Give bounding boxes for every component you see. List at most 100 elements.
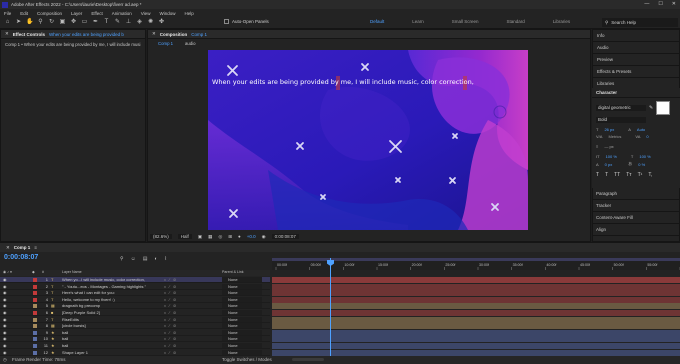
parent-dropdown[interactable]: None — [222, 290, 262, 296]
pen-tool-icon[interactable]: ✒ — [92, 19, 99, 26]
label-color-swatch[interactable] — [33, 337, 37, 342]
layer-duration-bar[interactable] — [272, 277, 680, 283]
layer-switches-icon[interactable]: ⁎ ∕ ⊘ — [164, 310, 177, 315]
eyedropper-icon[interactable]: ✎ — [649, 105, 653, 111]
parent-dropdown[interactable]: None — [222, 303, 262, 309]
layer-name[interactable]: When yo...I will include music, color co… — [62, 277, 162, 282]
panel-paragraph[interactable]: Paragraph — [592, 188, 680, 200]
toggle-switches-modes[interactable]: Toggle Switches / Modes — [222, 357, 272, 362]
label-color-swatch[interactable] — [33, 278, 37, 282]
mask-icon[interactable]: ◎ — [218, 234, 222, 240]
leading-value[interactable]: Auto — [637, 127, 645, 132]
tsume-value[interactable]: 0 % — [638, 162, 645, 167]
hand-tool-icon[interactable]: ✋ — [26, 19, 33, 26]
auto-open-checkbox[interactable] — [224, 19, 229, 24]
layer-name[interactable]: RiseEdits — [62, 317, 162, 322]
stroke-width-value[interactable]: — px — [604, 144, 613, 149]
close-icon[interactable]: ✕ — [152, 31, 156, 37]
visibility-eye-icon[interactable]: ◉ — [3, 284, 7, 289]
all-caps-button[interactable]: TT — [614, 172, 620, 178]
visibility-eye-icon[interactable]: ◉ — [3, 303, 7, 308]
subtab-comp-1[interactable]: Comp 1 — [158, 41, 173, 46]
graph-editor-icon[interactable]: ⌇ — [165, 256, 167, 262]
layer-row[interactable]: ◉ 11 ★ ball ⁎ ∕ ⊘ None — [0, 343, 270, 349]
visibility-eye-icon[interactable]: ◉ — [3, 343, 7, 348]
label-color-swatch[interactable] — [33, 311, 37, 315]
label-color-swatch[interactable] — [33, 297, 37, 302]
tab-composition[interactable]: Composition — [160, 32, 188, 37]
font-family-dropdown[interactable]: digital geometric — [596, 105, 646, 111]
clone-stamp-tool-icon[interactable]: ⊥ — [125, 19, 132, 26]
frame-blend-icon[interactable]: ▤ — [143, 256, 148, 262]
visibility-eye-icon[interactable]: ◉ — [3, 297, 7, 302]
visibility-eye-icon[interactable]: ◉ — [3, 310, 7, 315]
visibility-eye-icon[interactable]: ◉ — [3, 350, 7, 355]
layer-row[interactable]: ◉ 1 T When yo...I will include music, color… — [0, 277, 270, 283]
layer-name[interactable]: Shape Layer 1 — [62, 350, 162, 355]
region-icon[interactable]: ▣ — [198, 234, 202, 240]
layer-switches-icon[interactable]: ⁎ ∕ ⊘ — [164, 277, 177, 282]
snapshot-icon[interactable]: ◉ — [262, 234, 266, 240]
faux-italic-button[interactable]: T — [605, 172, 608, 178]
label-color-swatch[interactable] — [33, 330, 37, 335]
layer-name[interactable]: [circle bursts] — [62, 323, 162, 328]
baseline-shift-value[interactable]: 0 px — [605, 162, 613, 167]
panel-align[interactable]: Align — [592, 224, 680, 236]
layer-name[interactable]: Hello, welcome to my fiverr! :) — [62, 297, 162, 302]
grid-icon[interactable]: ⊞ — [228, 234, 232, 240]
visibility-eye-icon[interactable]: ◉ — [3, 323, 7, 328]
panel-preview[interactable]: Preview — [593, 54, 679, 66]
layer-switches-icon[interactable]: ⁎ ∕ ⊘ — [164, 330, 177, 335]
parent-dropdown[interactable]: None — [222, 316, 262, 322]
visibility-eye-icon[interactable]: ◉ — [3, 317, 7, 322]
layer-row[interactable]: ◉ 4 T Hello, welcome to my fiverr! :) ⁎ ∕ ⊘ N… — [0, 296, 270, 303]
layer-tracks[interactable] — [272, 276, 680, 356]
menu-icon[interactable]: ≡ — [34, 245, 37, 250]
layer-row[interactable]: ◉ 8 ▦ [circle bursts] ⁎ ∕ ⊘ None — [0, 323, 270, 330]
layer-switches-icon[interactable]: ⁎ ∕ ⊘ — [164, 336, 177, 341]
transparency-grid-icon[interactable]: ▦ — [208, 234, 212, 240]
layer-row[interactable]: ◉ 10 ★ ball ⁎ ∕ ⊘ None — [0, 336, 270, 343]
minimize-button[interactable]: — — [644, 1, 649, 7]
parent-dropdown[interactable]: None — [222, 310, 262, 315]
layer-duration-bar[interactable] — [272, 323, 680, 330]
layer-name[interactable]: Here's what I can edit for you: — [62, 290, 162, 295]
composition-overlay-text[interactable]: When your edits are being provided by me… — [212, 78, 474, 86]
menu-view[interactable]: View — [141, 11, 151, 16]
layer-duration-bar[interactable] — [272, 316, 680, 323]
search-icon[interactable]: ⚲ — [120, 256, 124, 262]
parent-dropdown[interactable]: None — [222, 336, 262, 342]
horizontal-scale-value[interactable]: 100 % — [639, 154, 650, 159]
label-color-swatch[interactable] — [33, 317, 37, 322]
puppet-tool-icon[interactable]: ✤ — [158, 19, 165, 26]
roto-brush-tool-icon[interactable]: ✺ — [147, 19, 154, 26]
layer-duration-bar[interactable] — [272, 290, 680, 297]
font-size-value[interactable]: 26 px — [604, 127, 614, 132]
parent-dropdown[interactable]: None — [222, 277, 262, 282]
eraser-tool-icon[interactable]: ◈ — [136, 19, 143, 26]
close-button[interactable]: ✕ — [672, 1, 676, 7]
parent-dropdown[interactable]: None — [222, 343, 262, 348]
label-color-swatch[interactable] — [33, 350, 37, 355]
layer-switches-icon[interactable]: ⁎ ∕ ⊘ — [164, 284, 177, 289]
layer-switches-icon[interactable]: ⁎ ∕ ⊘ — [164, 317, 177, 322]
layer-duration-bar[interactable] — [272, 283, 680, 290]
layer-switches-icon[interactable]: ⁎ ∕ ⊘ — [164, 343, 177, 348]
tab-comp-1[interactable]: Comp 1 — [14, 245, 31, 250]
menu-composition[interactable]: Composition — [37, 11, 62, 16]
menu-effect[interactable]: Effect — [91, 11, 102, 16]
home-icon[interactable]: ⌂ — [4, 19, 11, 26]
workspace-standard[interactable]: Standard — [507, 19, 525, 24]
parent-dropdown[interactable]: None — [222, 283, 262, 289]
current-time-display[interactable]: 0:00:08:07 — [4, 254, 38, 261]
layer-duration-bar[interactable] — [272, 329, 680, 336]
search-help-field[interactable]: ⚲ Search Help — [602, 18, 678, 27]
zoom-tool-icon[interactable]: ⚲ — [37, 19, 44, 26]
pan-behind-tool-icon[interactable]: ✥ — [70, 19, 77, 26]
layer-row[interactable]: ◉ 9 ★ ball ⁎ ∕ ⊘ None — [0, 329, 270, 336]
layer-name[interactable]: ball — [62, 330, 162, 335]
label-color-swatch[interactable] — [33, 324, 37, 329]
tab-effect-controls[interactable]: Effect Controls — [13, 32, 45, 37]
layer-duration-bar[interactable] — [272, 310, 680, 316]
panel-audio[interactable]: Audio — [593, 42, 679, 54]
